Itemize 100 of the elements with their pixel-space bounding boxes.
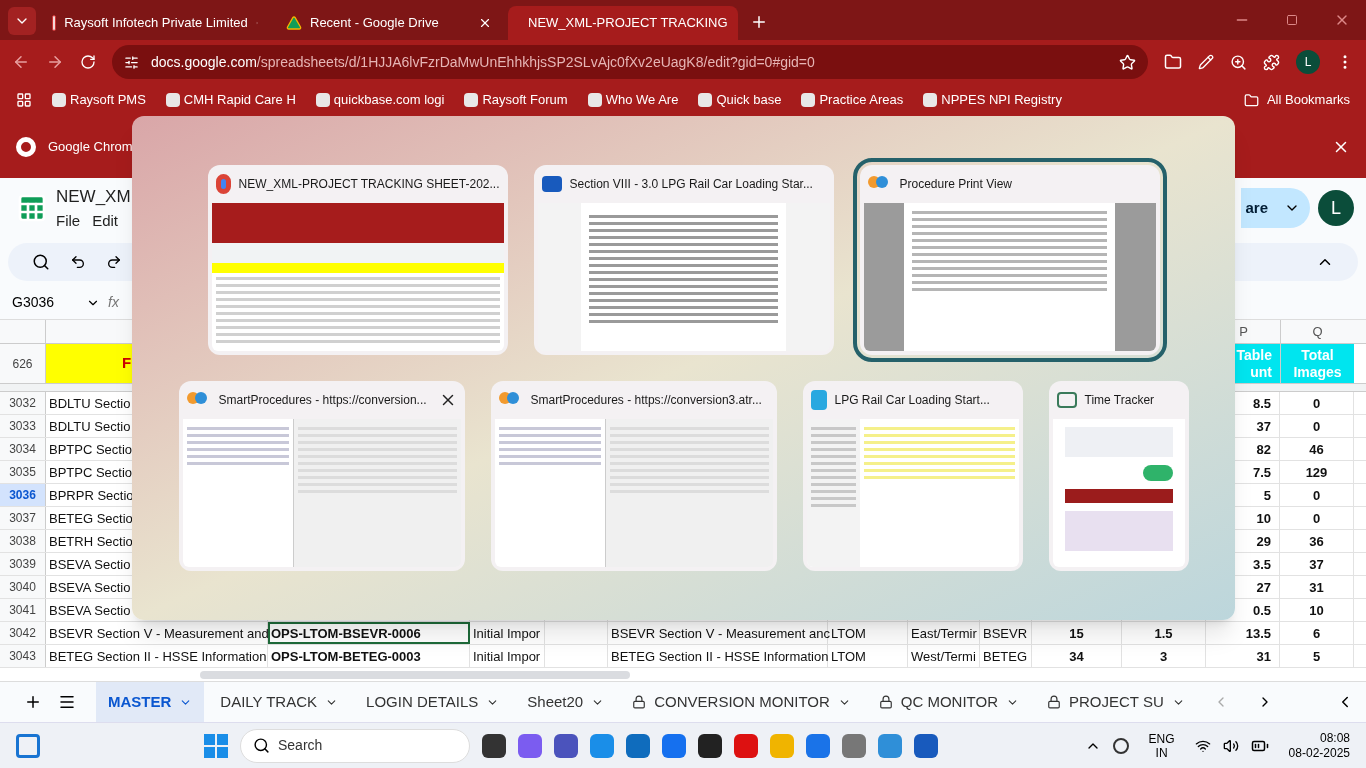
url-text: docs.google.com/spreadsheets/d/1HJJA6lvFzrDaMwUnEhhkhjsSP2SLvAjc0fXv2eUagK8/edit?gid=0#gid=0 [151,52,816,72]
bookmark-favicon-icon [315,93,330,107]
bookmark-link[interactable]: quickbase.com logi [315,90,445,110]
menu-item[interactable]: Edit [92,209,119,232]
sheet-tab[interactable]: PROJECT SU [1035,682,1197,722]
reload-icon[interactable] [80,54,96,70]
window-app-icon [1056,392,1077,408]
window-card[interactable]: SmartProcedures - https://conversion... [178,381,465,571]
sheet-tab[interactable]: MASTER [96,682,205,722]
file-icon [810,390,827,410]
redo-icon[interactable] [106,254,122,270]
table-cell: BSEVR Section V - Measurement and [46,622,268,644]
taskbar-search-field[interactable]: Search [240,728,470,763]
apps-icon[interactable] [16,92,32,108]
bookmark-link[interactable]: Raysoft PMS [52,90,146,110]
bookmark-link[interactable]: Who We Are [587,90,679,110]
row-number: 3034 [0,438,46,460]
add-sheet-icon[interactable] [24,693,42,711]
table-cell: 0 [1280,392,1354,414]
maximize-icon[interactable] [1286,14,1298,26]
tab-title: Recent - Google Drive [310,14,440,33]
table-cell: 15 [1032,622,1122,644]
browser-icon [16,137,36,157]
window-card[interactable]: NEW_XML-PROJECT TRACKING SHEET-202... [207,165,508,355]
table-cell: 5 [1280,645,1354,667]
taskbar-app-icon[interactable] [482,733,506,758]
undo-icon[interactable] [70,254,86,270]
pen-icon[interactable] [1198,54,1214,70]
document-title: NEW_XM [56,186,131,208]
share-button[interactable]: are [1241,188,1274,228]
browser-tab[interactable]: NEW_XML-PROJECT TRACKING [508,6,738,40]
profile-avatar[interactable]: L [1318,190,1354,226]
bookmark-link[interactable]: CMH Rapid Care H [165,90,296,110]
sheet-tab[interactable]: Sheet20 [515,682,617,722]
back-icon[interactable] [12,53,30,71]
taskbar-app-icon[interactable] [698,733,722,758]
table-cell: 129 [1280,461,1354,483]
language-indicator[interactable]: ENG IN [1148,731,1175,760]
forward-icon[interactable] [46,53,64,71]
table-cell: BETEG [980,645,1032,667]
network-status-icon[interactable] [1112,737,1129,754]
infobar-text: Google Chrom [48,138,133,157]
folder-icon [1243,92,1259,108]
header-cell: Total Images [1280,344,1354,383]
start-icon[interactable] [204,733,228,758]
horizontal-scrollbar[interactable] [200,670,630,679]
lock-icon [878,695,893,709]
sheet-tab[interactable]: DAILY TRACK [208,682,351,722]
window-card[interactable]: Section VIII - 3.0 LPG Rail Car Loading Star... [533,165,834,355]
browser-tab[interactable]: Raysoft Infotech Private Limited [40,6,270,40]
formula-label: fx [108,293,119,312]
widgets-icon[interactable] [16,733,40,758]
bookmark-link[interactable]: Quick base [698,90,782,110]
row-number: 3041 [0,599,46,621]
table-cell: 6 [1280,622,1354,644]
table-cell: Initial Impor [470,645,545,667]
table-cell: 0 [1280,415,1354,437]
bookmark-star-icon[interactable] [1119,53,1136,71]
browser-tab[interactable]: Recent - Google Drive [274,6,504,40]
bookmark-favicon-icon [587,93,602,107]
window-title: Time Tracker [1084,392,1156,409]
bookmark-favicon-icon [698,93,713,107]
profile-avatar[interactable]: L [1296,50,1320,74]
tab-title: NEW_XML-PROJECT TRACKING [528,14,728,33]
new-tab-icon[interactable] [750,13,768,31]
address-field[interactable]: docs.google.com/spreadsheets/d/1HJJA6lvFzrDaMwUnEhhkhjsSP2SLvAjc0fXv2eUagK8/edit?gid=0#gid=0 [112,45,1148,79]
folder-icon[interactable] [1164,53,1182,71]
bookmark-favicon-icon [165,93,180,107]
table-cell: 13.5 [1206,622,1280,644]
volume-icon[interactable] [1222,737,1239,754]
drive-icon [286,15,302,31]
window-title: NEW_XML-PROJECT TRACKING SHEET-202... [238,176,500,193]
all-bookmarks-link[interactable]: All Bookmarks [1243,90,1350,110]
document-app-icon [541,176,562,192]
menu-item[interactable]: File [56,209,81,232]
bookmark-link[interactable]: Raysoft Forum [464,90,568,110]
row-number: 3043 [0,645,46,667]
window-card[interactable]: SmartProcedures - https://conversion3.atr... [490,381,777,571]
bookmark-link[interactable]: NPPES NPI Registry [923,90,1062,110]
table-cell: 31 [1206,645,1280,667]
sheet-tab[interactable]: LOGIN DETAILS [354,682,512,722]
window-title: Section VIII - 3.0 LPG Rail Car Loading Star... [569,176,814,193]
all-sheets-icon[interactable] [58,693,76,711]
sheet-tab[interactable]: CONVERSION MONITOR [620,682,863,722]
bookmark-link[interactable]: Practice Areas [801,90,904,110]
window-card[interactable]: Time Tracker [1048,381,1189,571]
site-info-icon[interactable] [124,54,139,70]
tab-list-button[interactable] [8,7,36,35]
lock-icon [632,695,647,709]
table-cell: Initial Impor [470,622,545,644]
window-card[interactable]: LPG Rail Car Loading Start... [802,381,1023,571]
table-cell: OPS-LTOM-BETEG-0003 [268,645,470,667]
sheet-tab[interactable]: QC MONITOR [866,682,1031,722]
table-cell: 10 [1280,599,1354,621]
zoom-icon[interactable] [1230,53,1247,71]
search-icon[interactable] [32,253,50,271]
extensions-icon[interactable] [1263,53,1280,71]
table-cell: 31 [1280,576,1354,598]
clock[interactable]: 08:08 08-02-2025 [1288,730,1350,761]
name-box[interactable]: G3036 [12,292,78,313]
